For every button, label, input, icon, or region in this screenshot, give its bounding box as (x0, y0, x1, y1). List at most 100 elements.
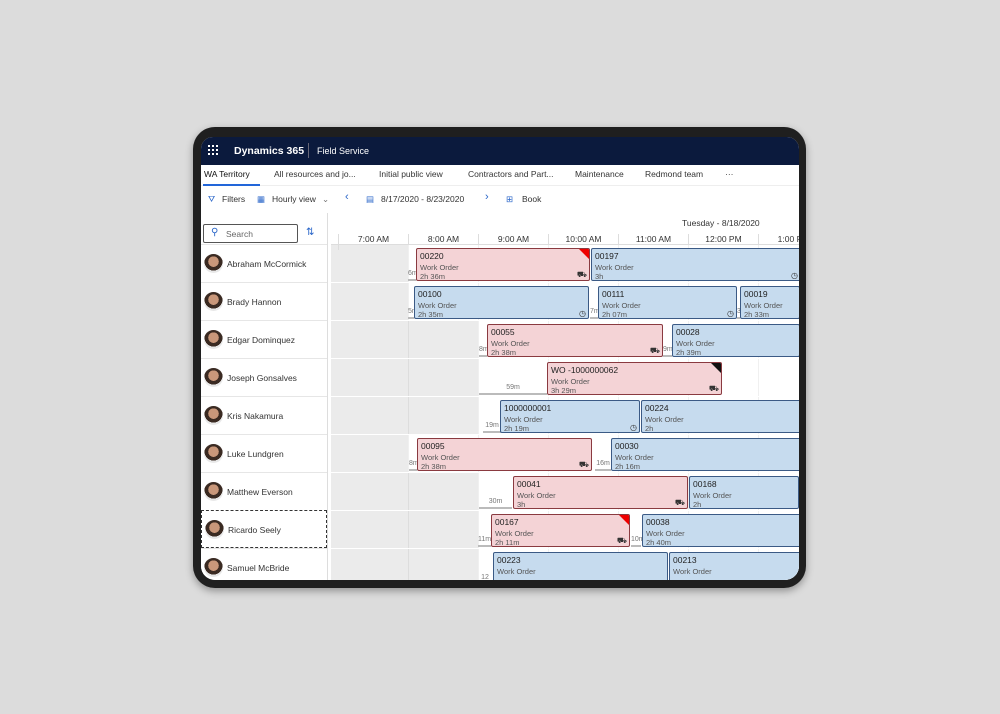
booking-type: Work Order (646, 529, 685, 538)
previous-week-button[interactable]: ‹ (345, 191, 349, 203)
resource-name: Brady Hannon (227, 297, 282, 307)
booking-card[interactable]: 00041 Work Order 3h ⛟ (513, 476, 688, 509)
schedule-row[interactable]: 12 00223 Work Order 00213 Work Order (331, 549, 799, 580)
book-button[interactable]: Book (522, 194, 541, 204)
resource-row[interactable]: Matthew Everson (201, 472, 327, 510)
booking-duration: 2h 33m (744, 310, 770, 319)
book-icon[interactable]: ⊞ (506, 194, 513, 205)
travel-time: 8m (479, 346, 489, 357)
booking-id: 00055 (491, 327, 515, 337)
resource-name: Edgar Dominquez (227, 335, 296, 345)
search-input[interactable]: ⚲ Search (203, 224, 298, 243)
view-selector[interactable]: Hourly view (272, 194, 316, 204)
booking-card[interactable]: 00100 Work Order 2h 35m ◷ (414, 286, 589, 319)
booking-card[interactable]: 00168 Work Order 2h (689, 476, 799, 509)
avatar (204, 368, 223, 387)
schedule-row[interactable]: 8m 16m 00095 Work Order 2h 38m ⛟ 00030 Work Ord… (331, 435, 799, 473)
active-tab-indicator (203, 184, 260, 186)
sort-icon[interactable]: ⇅ (306, 227, 314, 238)
hour-gridline (408, 321, 409, 358)
tab-maintenance[interactable]: Maintenance (575, 169, 624, 179)
clock-icon: ◷ (791, 271, 798, 280)
chevron-down-icon[interactable]: ⌄ (322, 194, 329, 205)
tab-redmond-team[interactable]: Redmond team (645, 169, 703, 179)
tab-all-resources[interactable]: All resources and jo... (274, 169, 356, 179)
travel-time: 7m (590, 308, 600, 319)
avatar (205, 520, 224, 539)
filters-button[interactable]: Filters (222, 194, 245, 204)
booking-card[interactable]: 00055 Work Order 2h 38m ⛟ (487, 324, 663, 357)
booking-card[interactable]: 00197 Work Order 3h ◷ (591, 248, 799, 281)
app-name[interactable]: Dynamics 365 (234, 145, 304, 157)
resource-row[interactable]: Joseph Gonsalves (201, 358, 327, 396)
booking-card[interactable]: 00111 Work Order 2h 07m ◷ (598, 286, 737, 319)
resource-row[interactable]: Kris Nakamura (201, 396, 327, 434)
avatar (204, 292, 223, 311)
booking-type: Work Order (744, 301, 783, 310)
booking-card[interactable]: 1000000001 Work Order 2h 19m ◷ (500, 400, 640, 433)
booking-card[interactable]: 00224 Work Order 2h (641, 400, 799, 433)
booking-id: 00213 (673, 555, 697, 565)
booking-card[interactable]: 00038 Work Order 2h 40m (642, 514, 799, 547)
resource-row[interactable]: Abraham McCormick (201, 244, 327, 282)
schedule-row[interactable]: 59m WO -1000000062 Work Order 3h 29m ⛟ (331, 359, 799, 397)
hour-gridline (408, 511, 409, 548)
app-launcher-icon[interactable] (208, 145, 219, 156)
schedule-row[interactable]: 19m 1000000001 Work Order 2h 19m ◷ 00224 Work … (331, 397, 799, 435)
avatar (204, 444, 223, 463)
booking-card[interactable]: 00019 Work Order 2h 33m (740, 286, 799, 319)
date-range[interactable]: 8/17/2020 - 8/23/2020 (381, 194, 464, 204)
schedule-row[interactable]: 30m 00041 Work Order 3h ⛟ 00168 Work Order 2h (331, 473, 799, 511)
booking-duration: 2h 07m (602, 310, 628, 319)
booking-type: Work Order (418, 301, 457, 310)
booking-card[interactable]: 00028 Work Order 2h 39m (672, 324, 799, 357)
schedule-row[interactable]: 6m 00220 Work Order 2h 36m ⛟ 00197 Work Order 3… (331, 245, 799, 283)
schedule-row[interactable]: 5m 7m 3 00100 Work Order 2h 35m ◷ 00111 Work Ord… (331, 283, 799, 321)
area-name[interactable]: Field Service (317, 146, 369, 156)
booking-card[interactable]: 00095 Work Order 2h 38m ⛟ (417, 438, 592, 471)
booking-card[interactable]: 00030 Work Order 2h 16m (611, 438, 799, 471)
resource-row[interactable]: Ricardo Seely (201, 510, 327, 548)
next-week-button[interactable]: › (485, 191, 489, 203)
resource-row[interactable]: Samuel McBride (201, 548, 327, 580)
schedule-row[interactable]: 8m 9m 00055 Work Order 2h 38m ⛟ 00028 Work Orde… (331, 321, 799, 359)
booking-type: Work Order (615, 453, 654, 462)
hour-gridline (758, 359, 759, 396)
resource-row[interactable]: Brady Hannon (201, 282, 327, 320)
booking-card[interactable]: 00223 Work Order (493, 552, 668, 580)
tab-contractors[interactable]: Contractors and Part... (468, 169, 554, 179)
flag-indicator (619, 515, 629, 525)
resource-row[interactable]: Luke Lundgren (201, 434, 327, 472)
avatar (204, 558, 223, 577)
travel-time: 59m (479, 384, 547, 395)
calendar-icon[interactable]: ▤ (366, 194, 374, 205)
booking-id: 00100 (418, 289, 442, 299)
booking-id: 00028 (676, 327, 700, 337)
booking-duration: 2h 16m (615, 462, 641, 471)
booking-card[interactable]: 00220 Work Order 2h 36m ⛟ (416, 248, 590, 281)
travel-time: 12 (478, 574, 492, 580)
booking-type: Work Order (504, 415, 543, 424)
booking-duration: 2h 11m (495, 538, 520, 547)
booking-id: 00220 (420, 251, 444, 261)
booking-card[interactable]: 00167 Work Order 2h 11m ⛟ (491, 514, 630, 547)
schedule-row[interactable]: 11m 10m 00167 Work Order 2h 11m ⛟ 00038 Work Or… (331, 511, 799, 549)
booking-duration: 2h 39m (676, 348, 702, 357)
truck-icon: ⛟ (578, 460, 589, 469)
hour-gridline (408, 473, 409, 510)
truck-icon: ⛟ (649, 346, 660, 355)
clock-icon: ◷ (727, 309, 734, 318)
tab-wa-territory[interactable]: WA Territory (204, 169, 250, 179)
booking-card[interactable]: 00213 Work Order (669, 552, 799, 580)
booking-id: 00223 (497, 555, 521, 565)
booking-type: Work Order (497, 567, 536, 576)
truck-icon: ⛟ (708, 384, 719, 393)
booking-duration: 2h 38m (491, 348, 517, 357)
tab-initial-public-view[interactable]: Initial public view (379, 169, 443, 179)
booking-id: 00197 (595, 251, 619, 261)
booking-duration: 2h 35m (418, 310, 444, 319)
booking-card[interactable]: WO -1000000062 Work Order 3h 29m ⛟ (547, 362, 722, 395)
more-tabs-button[interactable]: ··· (725, 169, 734, 179)
filter-icon[interactable]: ⛛ (208, 194, 215, 205)
resource-row[interactable]: Edgar Dominquez (201, 320, 327, 358)
